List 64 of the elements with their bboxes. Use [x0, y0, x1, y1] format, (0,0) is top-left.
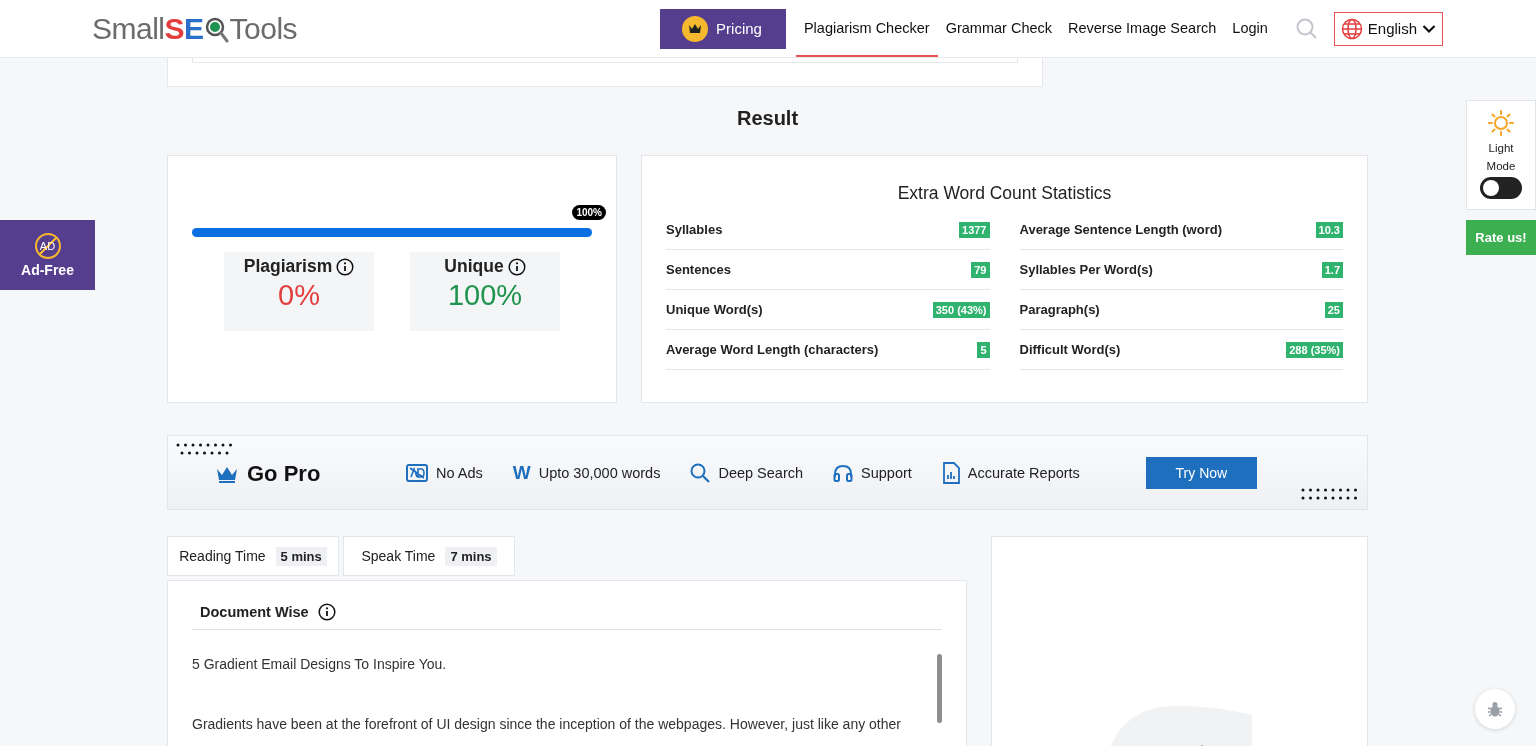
- stat-value: 25: [1324, 301, 1343, 318]
- document-paragraph: Gradients have been at the forefront of UI design since the inception of the webpages. However, just like any other: [192, 716, 902, 732]
- score-value: 100%: [447, 279, 523, 312]
- stat-value: 1377: [959, 221, 990, 238]
- stat-label: Unique Word(s): [666, 302, 763, 317]
- theme-label: Light Mode: [1485, 141, 1517, 174]
- info-icon[interactable]: [507, 257, 526, 276]
- globe-icon: [1340, 17, 1363, 40]
- feature-label: Deep Search: [718, 464, 804, 481]
- score-label: Unique: [444, 256, 504, 277]
- stat-label: Paragraph(s): [1019, 302, 1100, 317]
- progress-tooltip: 100%: [572, 205, 606, 220]
- stat-value: 79: [971, 261, 990, 278]
- stat-value: 288 (35%): [1286, 341, 1343, 358]
- magnifier-icon: [204, 15, 229, 44]
- document-title: Document Wise: [200, 604, 309, 620]
- pricing-button[interactable]: Pricing: [660, 8, 786, 49]
- stat-label: Difficult Word(s): [1019, 342, 1121, 357]
- stat-label: Syllables: [666, 222, 723, 237]
- feature-label: Upto 30,000 words: [538, 464, 661, 481]
- score-value: 0%: [278, 279, 320, 312]
- info-icon[interactable]: [317, 603, 336, 621]
- feature-label: Accurate Reports: [967, 464, 1080, 481]
- time-label: Reading Time: [179, 548, 266, 564]
- document-paragraph: 5 Gradient Email Designs To Inspire You.: [192, 656, 448, 672]
- scrollbar-thumb[interactable]: [937, 654, 942, 723]
- theme-toggle[interactable]: [1480, 177, 1522, 199]
- score-label: Plagiarism: [243, 256, 333, 277]
- stat-value: 10.3: [1315, 221, 1343, 238]
- no-ads-icon: [406, 463, 428, 482]
- stat-value: 1.7: [1321, 261, 1343, 278]
- time-value: 7 mins: [445, 546, 497, 566]
- nav-link[interactable]: Reverse Image Search: [1060, 0, 1225, 57]
- stat-label: Sentences: [666, 262, 732, 277]
- report-icon: [941, 461, 960, 484]
- chevron-down-icon: [1422, 23, 1436, 34]
- sun-icon: [1487, 109, 1515, 137]
- try-now-button[interactable]: Try Now: [1145, 456, 1257, 489]
- headphones-icon: [833, 463, 854, 482]
- dots-decoration: [1301, 488, 1359, 500]
- letter-icon: W: [512, 461, 531, 484]
- section-title: Result: [735, 107, 800, 131]
- stat-value: 5: [977, 341, 990, 358]
- stat-label: Average Sentence Length (word): [1019, 222, 1222, 237]
- stat-label: Average Word Length (characters): [666, 342, 879, 357]
- crown-icon: [682, 15, 709, 42]
- dots-decoration: [176, 443, 234, 455]
- card-title: Extra Word Count Statistics: [896, 183, 1113, 204]
- stat-label: Syllables Per Word(s): [1019, 262, 1153, 277]
- logo[interactable]: SmallSE Tools: [92, 11, 298, 46]
- time-label: Speak Time: [361, 548, 436, 564]
- stat-value: 350 (43%): [932, 301, 990, 318]
- feature-label: No Ads: [436, 464, 483, 481]
- language-select[interactable]: English: [1333, 11, 1443, 46]
- nav-link[interactable]: Grammar Check: [937, 0, 1060, 57]
- info-icon[interactable]: [336, 257, 355, 276]
- bug-report-button[interactable]: [1475, 689, 1515, 729]
- feature-label: Support: [861, 464, 912, 481]
- search-icon: [690, 462, 711, 483]
- bug-icon: [1486, 700, 1504, 718]
- nav-link[interactable]: Login: [1224, 0, 1276, 57]
- time-value: 5 mins: [275, 546, 327, 566]
- crown-icon: [216, 465, 238, 483]
- banner-title: Go Pro: [247, 461, 321, 487]
